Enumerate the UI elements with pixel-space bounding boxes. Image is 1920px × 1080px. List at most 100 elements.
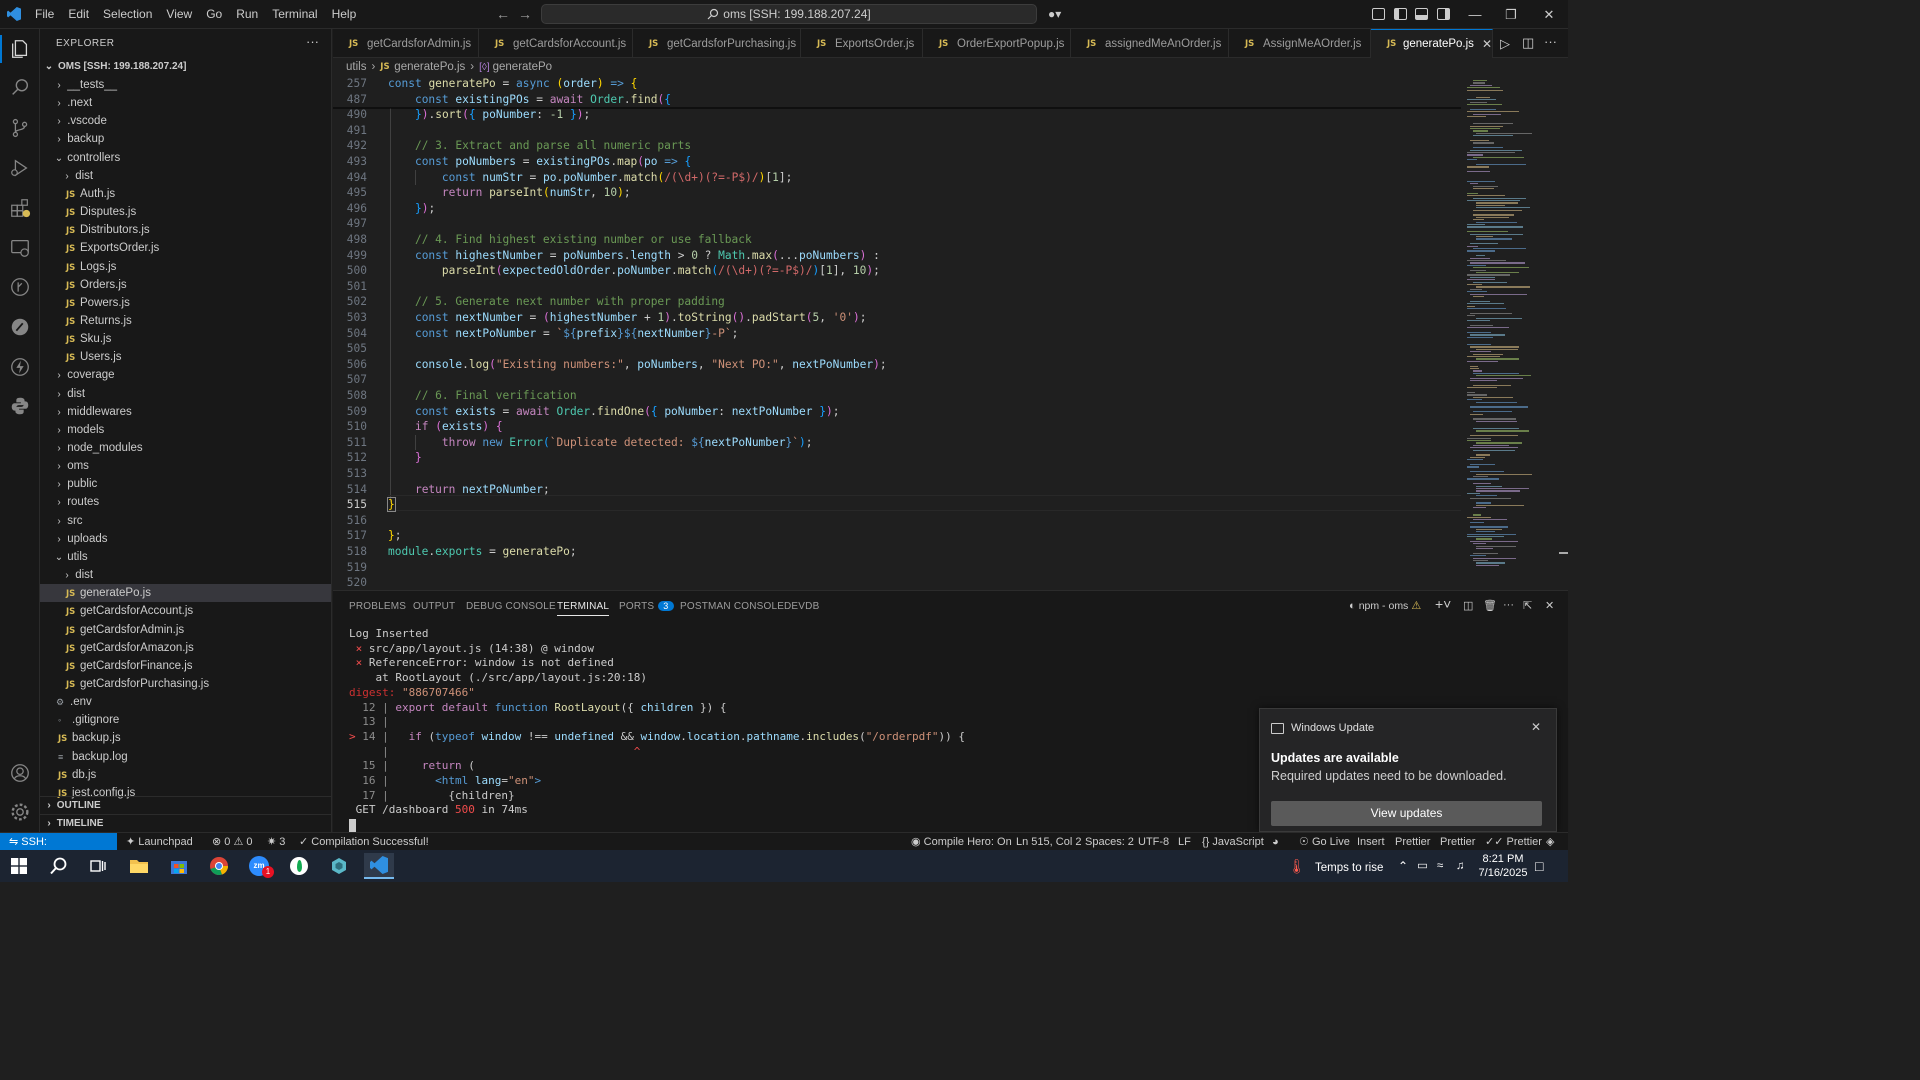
back-arrow-icon[interactable]: ← — [496, 6, 510, 22]
timeline-section[interactable]: › TIMELINE — [40, 814, 331, 832]
notifications-bell-icon[interactable]: ◈ — [1546, 833, 1554, 851]
tree-file[interactable]: JS getCardsforFinance.js — [40, 657, 331, 675]
tree-file[interactable]: ≡ backup.log — [40, 748, 331, 766]
split-terminal-icon[interactable]: ◫ — [1463, 599, 1473, 612]
tree-folder[interactable]: › dist — [40, 167, 331, 185]
notification-center-icon[interactable]: □ — [1535, 850, 1543, 882]
menu-view[interactable]: View — [159, 0, 199, 29]
search-sidebar-icon[interactable] — [8, 76, 32, 100]
compilation-status[interactable]: ✓ Compilation Successful! — [299, 833, 429, 851]
problems-item[interactable]: ⊗ 0 ⚠ 0 — [212, 833, 253, 851]
run-file-icon[interactable]: ▷ — [1500, 36, 1510, 52]
close-panel-icon[interactable]: ✕ — [1545, 599, 1554, 612]
tree-file[interactable]: JS Auth.js — [40, 185, 331, 203]
explorer-icon[interactable] — [8, 37, 32, 61]
menu-edit[interactable]: Edit — [61, 0, 96, 29]
tree-file[interactable]: ◦ .gitignore — [40, 711, 331, 729]
menu-go[interactable]: Go — [199, 0, 229, 29]
tree-file[interactable]: JS Returns.js — [40, 312, 331, 330]
tree-file[interactable]: JS Disputes.js — [40, 203, 331, 221]
code-editor[interactable]: 257 const generatePo = async (order) => {… — [333, 76, 1461, 590]
menu-selection[interactable]: Selection — [96, 0, 159, 29]
tree-file[interactable]: JS Powers.js — [40, 294, 331, 312]
view-updates-button[interactable]: View updates — [1271, 801, 1542, 826]
tree-folder[interactable]: › uploads — [40, 530, 331, 548]
microsoft-store-icon[interactable] — [164, 853, 194, 879]
tab-problems[interactable]: PROBLEMS — [349, 601, 406, 612]
taskbar-search-icon[interactable] — [44, 853, 74, 879]
tree-file[interactable]: JS Users.js — [40, 348, 331, 366]
editor-tab[interactable]: JS getCardsforAccount.js — [479, 29, 633, 58]
menu-terminal[interactable]: Terminal — [265, 0, 324, 29]
windows-start-icon[interactable] — [4, 853, 34, 879]
tree-folder[interactable]: › .vscode — [40, 112, 331, 130]
editor-tab[interactable]: JS ExportsOrder.js — [801, 29, 923, 58]
remote-explorer-icon[interactable] — [8, 236, 32, 260]
new-terminal-icon[interactable]: +˅ — [1435, 596, 1451, 612]
toggle-secondary-sidebar-icon[interactable] — [1437, 8, 1450, 20]
battery-icon[interactable]: ▭ — [1417, 850, 1428, 882]
customize-layout-icon[interactable] — [1372, 8, 1385, 20]
tab-output[interactable]: OUTPUT — [413, 601, 455, 612]
tree-folder[interactable]: › coverage — [40, 366, 331, 384]
clock[interactable]: 8:21 PM 7/16/2025 — [1478, 852, 1528, 880]
weather-widget[interactable]: 🌡 Temps to rise — [1288, 850, 1383, 882]
tree-folder[interactable]: › backup — [40, 130, 331, 148]
menu-file[interactable]: File — [28, 0, 61, 29]
split-editor-icon[interactable]: ◫ — [1522, 35, 1534, 51]
zoom-app-icon[interactable]: zm 1 — [244, 853, 274, 879]
copilot-status-icon[interactable]: ◕ — [1272, 833, 1279, 851]
extensions-icon[interactable] — [8, 196, 32, 220]
go-live-item[interactable]: ☉ Go Live — [1299, 833, 1350, 851]
minimap[interactable] — [1461, 76, 1561, 590]
tree-folder[interactable]: › dist — [40, 385, 331, 403]
vscode-taskbar-icon[interactable] — [364, 853, 394, 879]
cursor-position[interactable]: Ln 515, Col 2 — [1016, 833, 1081, 851]
tree-file[interactable]: JS generatePo.js — [40, 584, 331, 603]
language-mode[interactable]: {} JavaScript — [1202, 833, 1264, 851]
menu-help[interactable]: Help — [325, 0, 364, 29]
breadcrumb-file[interactable]: generatePo.js — [394, 61, 465, 73]
tree-folder[interactable]: › models — [40, 421, 331, 439]
prettier-item-3[interactable]: ✓✓ Prettier — [1485, 833, 1542, 851]
task-view-icon[interactable] — [83, 853, 113, 879]
volume-icon[interactable]: ♫ — [1456, 850, 1465, 882]
source-control-icon[interactable] — [8, 116, 32, 140]
remote-indicator[interactable]: ⇋ SSH: 199.188.207.24 — [0, 833, 117, 866]
editor-tab[interactable]: JS getCardsforAdmin.js — [333, 29, 479, 58]
panel-more-icon[interactable]: ··· — [1503, 599, 1514, 611]
forward-arrow-icon[interactable]: → — [518, 6, 532, 22]
tree-folder[interactable]: ⌄ utils — [40, 548, 331, 566]
tree-folder[interactable]: › public — [40, 475, 331, 493]
prettier-item-2[interactable]: Prettier — [1440, 833, 1475, 851]
tree-folder[interactable]: ⌄ controllers — [40, 149, 331, 167]
editor-tab[interactable]: JS getCardsforPurchasing.js — [633, 29, 801, 58]
kill-terminal-icon[interactable]: 🗑 — [1483, 599, 1497, 612]
command-center-search[interactable]: oms [SSH: 199.188.207.24] — [541, 4, 1037, 24]
encoding[interactable]: UTF-8 — [1138, 833, 1169, 851]
postman-icon[interactable] — [8, 315, 32, 339]
tree-folder[interactable]: › routes — [40, 493, 331, 511]
tab-ports[interactable]: PORTS 3 — [619, 601, 674, 612]
breadcrumb-folder[interactable]: utils — [346, 61, 366, 73]
prettier-item-1[interactable]: Prettier — [1395, 833, 1430, 851]
explorer-more-actions-icon[interactable]: ··· — [306, 34, 319, 49]
tree-folder[interactable]: › __tests__ — [40, 76, 331, 94]
minimize-icon[interactable]: — — [1458, 0, 1492, 29]
thunder-client-icon[interactable] — [8, 355, 32, 379]
compile-hero-item[interactable]: ◉ Compile Hero: On — [911, 833, 1012, 851]
tree-folder[interactable]: › .next — [40, 94, 331, 112]
ports-item[interactable]: ✷ 3 — [267, 833, 285, 851]
file-explorer-icon[interactable] — [124, 853, 154, 879]
copilot-icon[interactable]: ●▾ — [1048, 7, 1066, 21]
tree-file[interactable]: ⚙ .env — [40, 693, 331, 711]
toggle-panel-icon[interactable] — [1415, 8, 1428, 20]
restore-icon[interactable]: ❐ — [1494, 0, 1528, 29]
tree-folder[interactable]: › dist — [40, 566, 331, 584]
workspace-root[interactable]: ⌄ OMS [SSH: 199.188.207.24] — [40, 58, 331, 76]
launchpad-item[interactable]: ✦ Launchpad — [126, 833, 193, 851]
notification-close-icon[interactable]: ✕ — [1531, 720, 1541, 734]
editor-tab[interactable]: JS OrderExportPopup.js — [923, 29, 1071, 58]
tree-file[interactable]: JS Distributors.js — [40, 221, 331, 239]
tree-file[interactable]: JS getCardsforAmazon.js — [40, 639, 331, 657]
